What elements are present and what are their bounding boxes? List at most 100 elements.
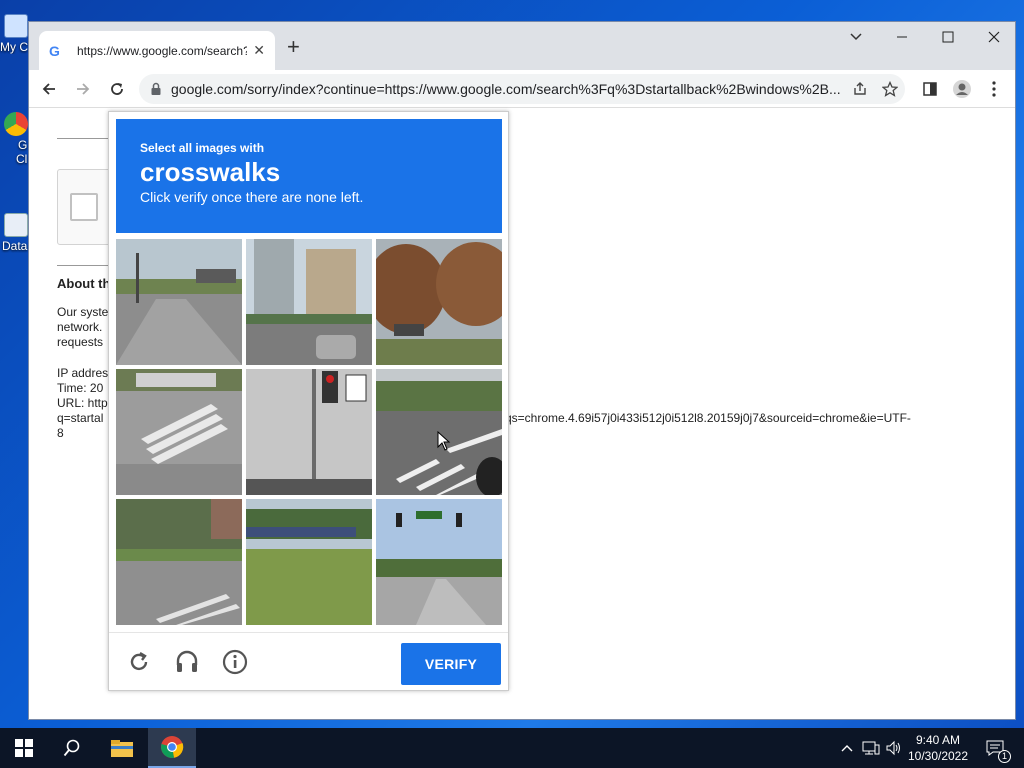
tab-close-icon[interactable]: ✕: [253, 42, 265, 59]
overpass-image: [246, 499, 372, 625]
clock-date: 10/30/2022: [907, 749, 969, 763]
road-crosswalk-image: [116, 499, 242, 625]
mouse-cursor-icon: [437, 431, 451, 451]
menu-button[interactable]: [981, 76, 1007, 102]
chevron-down-icon: [850, 33, 862, 41]
info-icon: [222, 649, 248, 675]
captcha-tile-4[interactable]: [116, 369, 242, 495]
maximize-icon: [942, 31, 954, 43]
browser-toolbar: google.com/sorry/index?continue=https://…: [29, 70, 1015, 108]
profile-button[interactable]: [949, 76, 975, 102]
desktop-icon-mycomputer[interactable]: My C: [0, 14, 30, 54]
start-button[interactable]: [0, 728, 48, 768]
help-button[interactable]: [220, 647, 250, 677]
minimize-icon: [897, 36, 907, 38]
instruction-subtext: Click verify once there are none left.: [140, 189, 364, 205]
folder-icon: [111, 740, 133, 757]
lock-icon: [151, 82, 161, 95]
notification-center-button[interactable]: 1: [980, 728, 1011, 768]
challenge-header: Select all images with crosswalks Click …: [116, 119, 502, 233]
captcha-tile-2[interactable]: [246, 239, 372, 365]
challenge-footer: VERIFY: [109, 632, 508, 690]
crosswalk-parking-image: [116, 369, 242, 495]
address-bar[interactable]: google.com/sorry/index?continue=https://…: [139, 74, 905, 104]
file-explorer-button[interactable]: [98, 728, 146, 768]
desktop-icon-label: My C: [0, 40, 28, 54]
clock[interactable]: 9:40 AM 10/30/2022: [902, 732, 974, 764]
tab-title: https://www.google.com/search?q: [77, 43, 247, 58]
computer-icon: [4, 14, 28, 38]
desktop-icon-label: G: [18, 138, 28, 152]
address-url: google.com/sorry/index?continue=https://…: [171, 81, 841, 97]
tab-strip: G https://www.google.com/search?q ✕ +: [29, 22, 1015, 70]
street-corner-image: [116, 239, 242, 365]
profile-avatar-icon: [953, 80, 971, 98]
chrome-icon: [161, 736, 184, 758]
tab-active[interactable]: G https://www.google.com/search?q ✕: [39, 31, 275, 70]
captcha-tile-1[interactable]: [116, 239, 242, 365]
arrow-left-icon: [42, 82, 55, 95]
tab-search-button[interactable]: [833, 22, 879, 52]
time-line: Time: 20: [57, 381, 104, 395]
minimize-button[interactable]: [879, 22, 925, 52]
reload-icon: [111, 82, 123, 95]
refresh-icon: [130, 651, 148, 671]
recaptcha-checkbox[interactable]: [70, 193, 98, 221]
desktop-icon-chrome[interactable]: G Cl: [0, 112, 30, 166]
about-heading: About th: [57, 276, 111, 291]
forward-button[interactable]: [69, 75, 97, 103]
url-tail-text: qs=chrome.4.69i57j0i433i512j0i512l8.2015…: [505, 411, 911, 425]
shortcut-icon: [4, 213, 28, 237]
chrome-taskbar-button[interactable]: [148, 728, 196, 768]
search-icon: [63, 739, 80, 757]
buildings-image: [246, 239, 372, 365]
new-tab-button[interactable]: +: [287, 36, 300, 58]
desktop-icon-label: Cl: [16, 152, 28, 166]
audio-challenge-button[interactable]: [172, 647, 202, 677]
close-window-button[interactable]: [971, 22, 1017, 52]
clock-time: 9:40 AM: [915, 733, 961, 747]
captcha-tile-3[interactable]: [376, 239, 502, 365]
volume-button[interactable]: [884, 728, 904, 768]
headphones-icon: [176, 650, 198, 672]
url-line-cont: q=startal: [57, 411, 104, 425]
divider: [57, 138, 109, 139]
taskbar: 9:40 AM 10/30/2022 1: [0, 728, 1024, 768]
chrome-icon: [4, 112, 28, 136]
more-vertical-icon: [992, 81, 996, 97]
search-button[interactable]: [48, 728, 96, 768]
maximize-button[interactable]: [925, 22, 971, 52]
url-line-cont: 8: [57, 426, 64, 440]
divider: [57, 265, 109, 266]
side-panel-button[interactable]: [917, 76, 943, 102]
windows-logo-icon: [15, 739, 33, 757]
show-hidden-icons-button[interactable]: [838, 728, 856, 768]
desktop-icon-label: Data: [2, 239, 28, 253]
reload-button[interactable]: [103, 75, 131, 103]
back-button[interactable]: [35, 75, 63, 103]
desktop-icon-data[interactable]: Data: [0, 213, 30, 253]
bookmark-star-icon[interactable]: [879, 78, 901, 100]
reload-challenge-button[interactable]: [124, 647, 154, 677]
chevron-up-icon: [841, 745, 853, 752]
captcha-tile-8[interactable]: [246, 499, 372, 625]
speaker-icon: [886, 740, 900, 756]
ip-line: IP addres: [57, 366, 109, 380]
captcha-tile-7[interactable]: [116, 499, 242, 625]
arrow-right-icon: [77, 82, 90, 95]
recaptcha-challenge: Select all images with crosswalks Click …: [108, 111, 509, 691]
google-favicon-icon: G: [49, 42, 60, 59]
captcha-tile-5[interactable]: [246, 369, 372, 495]
network-button[interactable]: [860, 728, 882, 768]
request-info: IP addres Time: 20 URL: http q=startal 8: [57, 366, 108, 441]
close-icon: [988, 31, 1000, 43]
share-icon[interactable]: [849, 78, 871, 100]
traffic-light-image: [246, 369, 372, 495]
side-panel-icon: [923, 82, 937, 96]
url-line: URL: http: [57, 396, 108, 410]
verify-button[interactable]: VERIFY: [401, 643, 501, 685]
challenge-keyword: crosswalks: [140, 157, 281, 187]
road-traffic-lights-image: [376, 499, 502, 625]
captcha-tile-9[interactable]: [376, 499, 502, 625]
trees-image: [376, 239, 502, 365]
